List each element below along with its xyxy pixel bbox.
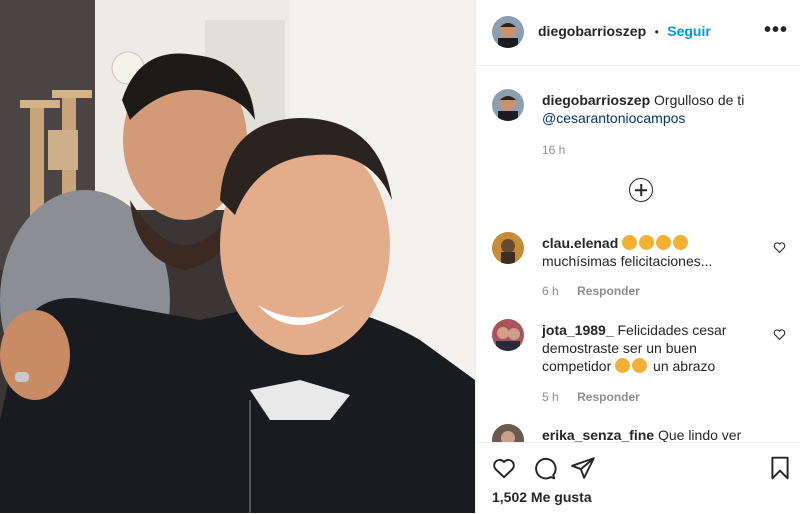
comment-body: clau.elenad muchísimas felicitaciones... xyxy=(542,234,752,270)
share-icon[interactable] xyxy=(570,455,596,481)
caption: diegobarrioszep Orgulloso de ti @cesaran… xyxy=(542,91,787,159)
post-side-panel: diegobarrioszep • Seguir ••• diegobarrio… xyxy=(475,0,800,514)
separator-dot: • xyxy=(654,25,659,39)
comment-time: 5 h xyxy=(542,390,559,404)
follow-button[interactable]: Seguir xyxy=(667,23,711,39)
comment-text: muchísimas felicitaciones... xyxy=(542,253,713,269)
post-photo[interactable] xyxy=(0,0,475,513)
save-bookmark-icon[interactable] xyxy=(767,455,793,481)
commenter-avatar[interactable] xyxy=(492,232,524,264)
heart-icon[interactable] xyxy=(773,241,786,254)
load-more-comments-icon[interactable] xyxy=(629,178,653,202)
more-options-icon[interactable]: ••• xyxy=(764,19,788,42)
commenter-avatar[interactable] xyxy=(492,424,524,444)
praying-hands-emoji xyxy=(615,358,649,374)
comment-text-4: un abrazo xyxy=(653,358,716,374)
caption-time: 16 h xyxy=(542,143,566,157)
comment-item: erika_senza_fine Que lindo ver xyxy=(492,424,792,444)
clapping-hands-emoji xyxy=(622,235,690,251)
comment-username[interactable]: clau.elenad xyxy=(542,235,618,251)
selfie-image xyxy=(0,0,475,513)
comment-username[interactable]: erika_senza_fine xyxy=(542,427,654,443)
author-username[interactable]: diegobarrioszep xyxy=(538,23,646,39)
comment-text-3: competidor xyxy=(542,358,612,374)
comment-text-1: Felicidades cesar xyxy=(617,322,727,338)
post-actions-bar: 1,502 Me gusta xyxy=(476,442,800,514)
comment-icon[interactable] xyxy=(531,455,557,481)
comment-item: clau.elenad muchísimas felicitaciones...… xyxy=(492,232,792,302)
commenter-avatar[interactable] xyxy=(492,319,524,351)
caption-username[interactable]: diegobarrioszep xyxy=(542,92,650,108)
heart-icon[interactable] xyxy=(773,328,786,341)
caption-avatar[interactable] xyxy=(492,89,524,121)
post-header: diegobarrioszep • Seguir ••• xyxy=(476,0,800,66)
comment-item: jota_1989_ Felicidades cesar demostraste… xyxy=(492,319,792,409)
comment-text: Que lindo ver xyxy=(657,427,742,443)
reply-button[interactable]: Responder xyxy=(577,284,640,298)
instagram-post-viewer: diegobarrioszep • Seguir ••• diegobarrio… xyxy=(0,0,800,514)
author-avatar[interactable] xyxy=(492,16,524,48)
comment-time: 6 h xyxy=(542,284,559,298)
comment-username[interactable]: jota_1989_ xyxy=(542,322,614,338)
comment-text-2: demostraste ser un buen xyxy=(542,340,697,356)
likes-count[interactable]: 1,502 Me gusta xyxy=(492,489,592,505)
comment-body: jota_1989_ Felicidades cesar demostraste… xyxy=(542,321,752,375)
caption-mention[interactable]: @cesarantoniocampos xyxy=(542,110,685,126)
reply-button[interactable]: Responder xyxy=(577,390,640,404)
caption-text: Orgulloso de ti xyxy=(654,92,745,108)
like-heart-icon[interactable] xyxy=(491,455,517,481)
